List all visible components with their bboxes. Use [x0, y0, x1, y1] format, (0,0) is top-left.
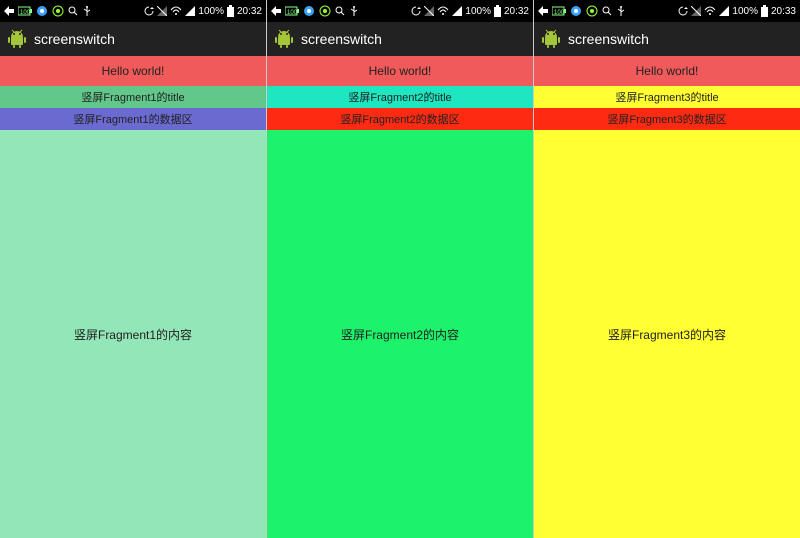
battery-percent: 100%	[465, 6, 491, 17]
screen-1: 100 100% 20:32 screenswitch	[0, 0, 266, 538]
svg-text:100: 100	[20, 10, 31, 16]
fragment-content: 竖屏Fragment1的内容	[0, 130, 266, 538]
no-sim-icon	[424, 6, 434, 16]
svg-text:100: 100	[287, 10, 298, 16]
app-bar: screenswitch	[267, 22, 533, 56]
fragment-content-text: 竖屏Fragment1的内容	[74, 326, 192, 343]
fragment-data-row: 竖屏Fragment2的数据区	[267, 108, 533, 130]
battery-icon	[227, 5, 234, 17]
status-left: 100	[271, 5, 359, 17]
screens-row: 100 100% 20:32 screenswitch	[0, 0, 800, 538]
fragment-content: 竖屏Fragment2的内容	[267, 130, 533, 538]
fragment-title-row: 竖屏Fragment3的title	[534, 86, 800, 108]
app-title: screenswitch	[301, 31, 382, 47]
refresh-icon	[411, 6, 421, 16]
svg-text:100: 100	[554, 10, 565, 16]
wifi-icon	[437, 6, 449, 16]
signal-icon	[452, 6, 462, 16]
search-icon	[335, 6, 345, 16]
fragment-data-text: 竖屏Fragment2的数据区	[340, 111, 459, 127]
battery-badge-icon: 100	[552, 6, 566, 16]
status-left: 100	[4, 5, 92, 17]
fragment-data-text: 竖屏Fragment3的数据区	[607, 111, 726, 127]
blue-circle-icon	[303, 5, 315, 17]
android-icon	[6, 28, 28, 50]
hello-row: Hello world!	[0, 56, 266, 86]
hello-text: Hello world!	[369, 64, 432, 78]
wifi-icon	[170, 6, 182, 16]
green-circle-icon	[586, 5, 598, 17]
wifi-icon	[704, 6, 716, 16]
blue-circle-icon	[36, 5, 48, 17]
status-bar: 100 100% 20:32	[0, 0, 266, 22]
fragment-title-row: 竖屏Fragment1的title	[0, 86, 266, 108]
status-right: 100% 20:32	[411, 5, 529, 17]
fragment-content: 竖屏Fragment3的内容	[534, 130, 800, 538]
arrow-icon	[4, 6, 14, 16]
app-bar: screenswitch	[534, 22, 800, 56]
app-title: screenswitch	[34, 31, 115, 47]
refresh-icon	[678, 6, 688, 16]
battery-icon	[494, 5, 501, 17]
fragment-content-text: 竖屏Fragment2的内容	[341, 326, 459, 343]
clock-text: 20:32	[504, 6, 529, 17]
arrow-icon	[271, 6, 281, 16]
app-bar: screenswitch	[0, 22, 266, 56]
signal-icon	[185, 6, 195, 16]
hello-text: Hello world!	[636, 64, 699, 78]
screen-3: 100 100% 20:33 screenswitch	[533, 0, 800, 538]
status-left: 100	[538, 5, 626, 17]
fragment-data-row: 竖屏Fragment1的数据区	[0, 108, 266, 130]
fragment-title-text: 竖屏Fragment3的title	[615, 89, 718, 105]
battery-badge-icon: 100	[18, 6, 32, 16]
usb-icon	[616, 5, 626, 17]
fragment-title-text: 竖屏Fragment2的title	[348, 89, 451, 105]
fragment-data-row: 竖屏Fragment3的数据区	[534, 108, 800, 130]
signal-icon	[719, 6, 729, 16]
status-right: 100% 20:33	[678, 5, 796, 17]
no-sim-icon	[691, 6, 701, 16]
clock-text: 20:32	[237, 6, 262, 17]
battery-badge-icon: 100	[285, 6, 299, 16]
usb-icon	[82, 5, 92, 17]
hello-row: Hello world!	[534, 56, 800, 86]
arrow-icon	[538, 6, 548, 16]
hello-row: Hello world!	[267, 56, 533, 86]
status-right: 100% 20:32	[144, 5, 262, 17]
hello-text: Hello world!	[102, 64, 165, 78]
green-circle-icon	[52, 5, 64, 17]
battery-percent: 100%	[198, 6, 224, 17]
battery-icon	[761, 5, 768, 17]
no-sim-icon	[157, 6, 167, 16]
fragment-content-text: 竖屏Fragment3的内容	[608, 326, 726, 343]
android-icon	[273, 28, 295, 50]
app-title: screenswitch	[568, 31, 649, 47]
refresh-icon	[144, 6, 154, 16]
fragment-data-text: 竖屏Fragment1的数据区	[73, 111, 192, 127]
status-bar: 100 100% 20:32	[267, 0, 533, 22]
status-bar: 100 100% 20:33	[534, 0, 800, 22]
blue-circle-icon	[570, 5, 582, 17]
fragment-title-row: 竖屏Fragment2的title	[267, 86, 533, 108]
search-icon	[68, 6, 78, 16]
fragment-title-text: 竖屏Fragment1的title	[81, 89, 184, 105]
battery-percent: 100%	[732, 6, 758, 17]
search-icon	[602, 6, 612, 16]
green-circle-icon	[319, 5, 331, 17]
android-icon	[540, 28, 562, 50]
clock-text: 20:33	[771, 6, 796, 17]
usb-icon	[349, 5, 359, 17]
screen-2: 100 100% 20:32 screenswitch	[266, 0, 533, 538]
